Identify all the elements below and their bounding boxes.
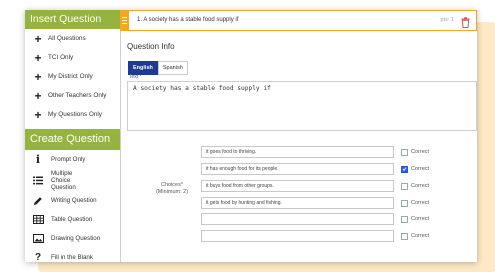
plus-icon: + — [34, 50, 42, 65]
points-label: pts: 1 — [440, 17, 454, 23]
create-drawing-question[interactable]: Drawing Question — [25, 229, 120, 248]
sidebar-item-label: My District Only — [48, 73, 93, 80]
sidebar-item-other-teachers-only[interactable]: + Other Teachers Only — [25, 86, 120, 105]
trash-icon[interactable] — [461, 15, 470, 28]
text-field-label: Text * — [129, 74, 142, 80]
choices-label: Choices* (Minimum: 2) — [142, 182, 202, 196]
question-header[interactable]: 1. A society has a stable food supply if… — [120, 10, 477, 31]
sidebar-item-all-questions[interactable]: + All Questions — [25, 29, 120, 48]
correct-checkbox[interactable] — [401, 165, 408, 173]
create-question-header: Create Question — [25, 129, 120, 150]
choice-input[interactable]: it goes food to thriving. — [201, 146, 394, 158]
create-item-label: Multiple Choice Question — [51, 169, 76, 191]
plus-icon: + — [34, 88, 42, 103]
choices-minimum-text: (Minimum: 2) — [155, 189, 189, 195]
create-item-label: Writing Question — [51, 197, 97, 204]
create-prompt-only[interactable]: i Prompt Only — [25, 150, 120, 169]
pencil-icon — [32, 196, 44, 206]
sidebar-item-my-questions-only[interactable]: + My Questions Only — [25, 105, 120, 124]
correct-label: Correct — [411, 200, 430, 206]
correct-checkbox[interactable] — [401, 232, 408, 240]
choice-input[interactable] — [201, 230, 394, 242]
choice-row: it gets food by hunting and fishing. Cor… — [201, 197, 429, 209]
correct-checkbox[interactable] — [401, 199, 408, 207]
sidebar-item-my-district-only[interactable]: + My District Only — [25, 67, 120, 86]
question-icon: ? — [34, 252, 42, 262]
info-icon: i — [35, 153, 41, 166]
choice-input[interactable] — [201, 213, 394, 225]
sidebar-item-label: My Questions Only — [48, 111, 102, 118]
table-icon — [32, 215, 44, 224]
question-text-field[interactable]: A society has a stable food supply if — [127, 81, 477, 131]
create-item-label: Fill in the Blank — [51, 254, 93, 261]
question-editor: 1. A society has a stable food supply if… — [120, 10, 477, 262]
plus-icon: + — [34, 31, 42, 46]
tab-english[interactable]: English — [128, 61, 158, 75]
create-item-label: Drawing Question — [51, 235, 101, 242]
sidebar-item-tci-only[interactable]: + TCI Only — [25, 48, 120, 67]
correct-checkbox[interactable] — [401, 148, 408, 156]
language-tabs: English Spanish — [128, 61, 188, 75]
choice-row: it buys food from other groups. Correct — [201, 180, 429, 192]
checkmark-icon — [402, 167, 407, 171]
question-title: 1. A society has a stable food supply if — [137, 17, 239, 23]
sidebar-item-label: Other Teachers Only — [48, 92, 107, 99]
choices-label-text: Choices* — [160, 182, 183, 188]
image-icon — [32, 234, 44, 243]
create-item-label: Table Question — [51, 216, 93, 223]
correct-label: Correct — [411, 149, 430, 155]
create-table-question[interactable]: Table Question — [25, 210, 120, 229]
choice-row: Correct — [201, 213, 429, 225]
create-fill-in-the-blank[interactable]: ? Fill in the Blank — [25, 248, 120, 262]
drag-handle-icon[interactable] — [120, 11, 129, 30]
choice-input[interactable]: it buys food from other groups. — [201, 180, 394, 192]
choice-input[interactable]: it gets food by hunting and fishing. — [201, 197, 394, 209]
correct-checkbox[interactable] — [401, 215, 408, 223]
choice-input[interactable]: it has enough food for its people. — [201, 163, 394, 175]
choice-row: it goes food to thriving. Correct — [201, 146, 429, 158]
correct-label: Correct — [411, 166, 430, 172]
create-multiple-choice[interactable]: Multiple Choice Question — [25, 169, 120, 191]
tab-spanish[interactable]: Spanish — [157, 61, 188, 75]
correct-label: Correct — [411, 216, 430, 222]
insert-question-header: Insert Question — [25, 10, 120, 29]
section-title: Question Info — [127, 42, 175, 51]
choice-row: it has enough food for its people. Corre… — [201, 163, 429, 175]
question-editor-card: Insert Question + All Questions + TCI On… — [25, 10, 477, 262]
choice-row: Correct — [201, 230, 429, 242]
correct-label: Correct — [411, 183, 430, 189]
correct-checkbox[interactable] — [401, 182, 408, 190]
create-writing-question[interactable]: Writing Question — [25, 191, 120, 210]
plus-icon: + — [34, 107, 42, 122]
correct-label: Correct — [411, 233, 430, 239]
plus-icon: + — [34, 69, 42, 84]
create-item-label: Prompt Only — [51, 156, 86, 163]
sidebar-item-label: All Questions — [48, 35, 86, 42]
sidebar: Insert Question + All Questions + TCI On… — [25, 10, 121, 262]
list-icon — [32, 176, 44, 185]
sidebar-item-label: TCI Only — [48, 54, 74, 61]
